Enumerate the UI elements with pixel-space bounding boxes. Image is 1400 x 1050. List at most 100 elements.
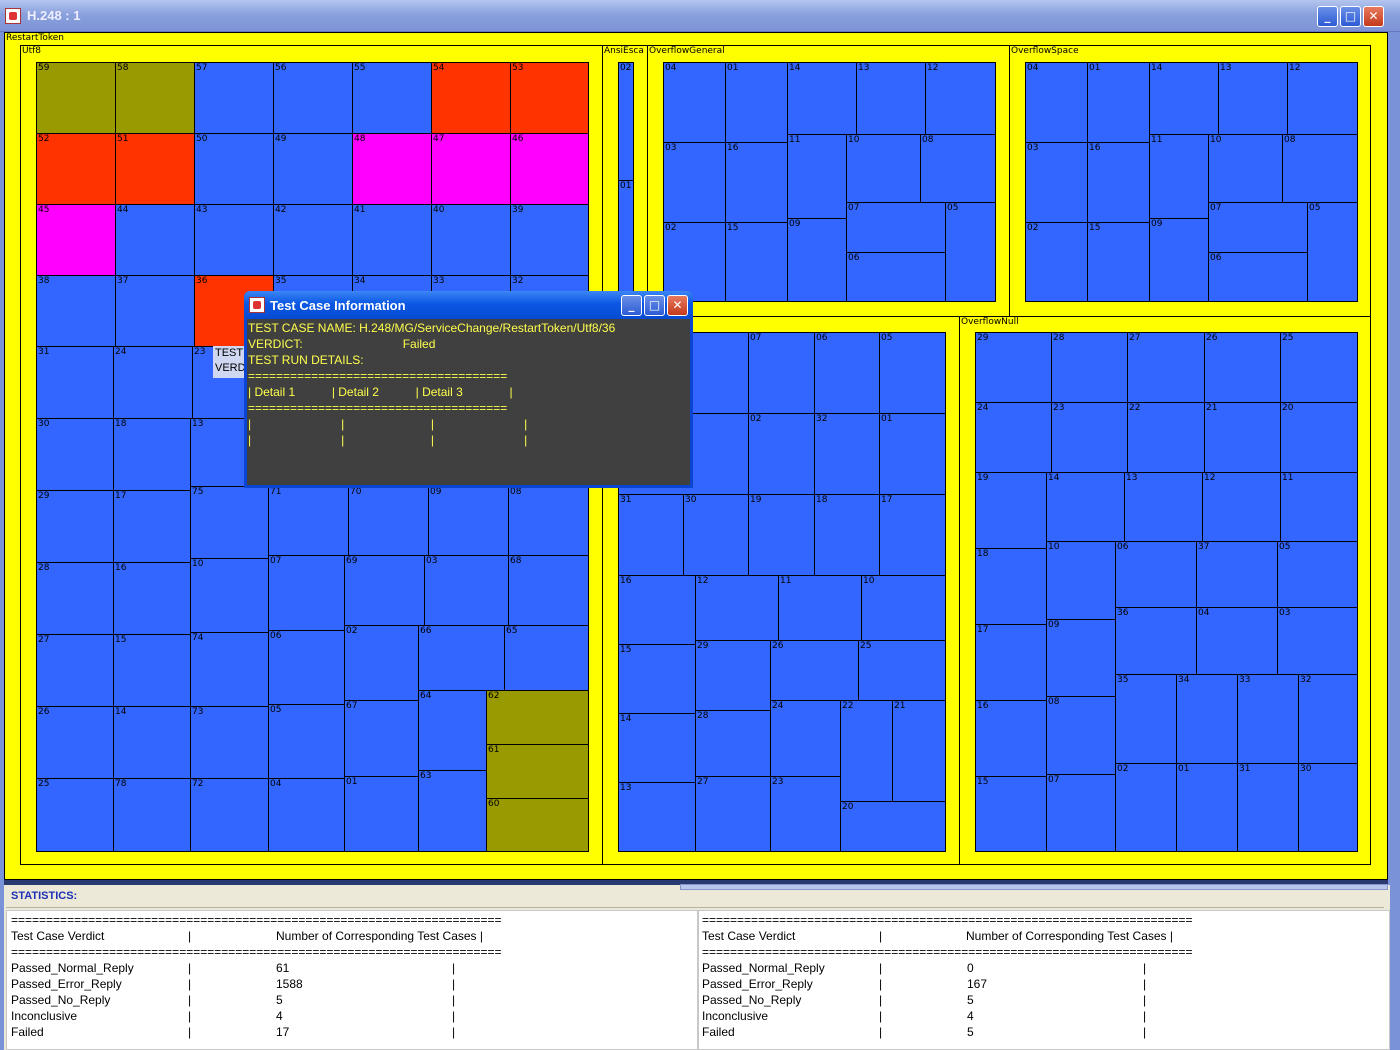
treemap-cell[interactable]: 18: [814, 494, 880, 576]
treemap-cell[interactable]: 13: [618, 782, 696, 852]
treemap-cell[interactable]: 16: [618, 575, 696, 645]
treemap-cell[interactable]: 11: [1280, 472, 1358, 542]
treemap-cell[interactable]: 03: [1277, 607, 1358, 675]
treemap-cell[interactable]: 01: [879, 413, 946, 495]
treemap-cell[interactable]: 05: [268, 704, 345, 779]
treemap-cell[interactable]: 65: [504, 625, 589, 691]
treemap-cell[interactable]: 09: [1046, 619, 1116, 697]
treemap-cell[interactable]: 28: [1051, 332, 1128, 403]
treemap-cell[interactable]: 14: [618, 713, 696, 783]
treemap-cell[interactable]: 29: [695, 640, 771, 711]
treemap-cell[interactable]: 02: [344, 625, 419, 701]
treemap-cell[interactable]: 28: [695, 710, 771, 777]
treemap-cell[interactable]: 17: [975, 624, 1047, 701]
treemap-cell[interactable]: 15: [975, 776, 1047, 852]
treemap-cell[interactable]: 32: [814, 413, 880, 495]
treemap-cell[interactable]: 02: [1115, 763, 1177, 852]
treemap-cell[interactable]: 04: [268, 778, 345, 852]
treemap-cell[interactable]: 03: [663, 142, 726, 223]
treemap-cell[interactable]: 05: [879, 332, 946, 414]
treemap-cell[interactable]: 18: [975, 548, 1047, 625]
treemap-cell[interactable]: 75: [190, 486, 269, 559]
treemap-cell[interactable]: 60: [486, 798, 589, 852]
treemap-cell[interactable]: 13: [1218, 62, 1288, 135]
treemap-cell[interactable]: 16: [975, 700, 1047, 777]
treemap-cell[interactable]: 25: [1280, 332, 1358, 403]
treemap-cell[interactable]: 17: [113, 490, 191, 563]
treemap-cell[interactable]: 66: [418, 625, 505, 691]
treemap-cell[interactable]: 09: [787, 218, 847, 302]
treemap-cell[interactable]: 74: [190, 632, 269, 707]
treemap-cell[interactable]: 07: [748, 332, 815, 414]
treemap-cell[interactable]: 02: [618, 62, 634, 181]
treemap-cell[interactable]: 29: [975, 332, 1052, 403]
treemap-cell[interactable]: 42: [273, 204, 353, 276]
treemap-cell[interactable]: 10: [846, 134, 921, 203]
treemap-cell[interactable]: 10: [861, 575, 946, 641]
treemap-cell[interactable]: 01: [618, 180, 634, 302]
treemap-cell[interactable]: 34: [1176, 674, 1238, 764]
treemap-cell[interactable]: 21: [1204, 402, 1281, 473]
treemap-cell[interactable]: 38: [36, 275, 116, 347]
treemap-cell[interactable]: 03: [1025, 142, 1088, 223]
treemap-cell[interactable]: 11: [1149, 134, 1209, 219]
treemap-cell[interactable]: 51: [115, 133, 195, 205]
treemap-cell[interactable]: 20: [1280, 402, 1358, 473]
treemap-cell[interactable]: 19: [975, 472, 1047, 549]
maximize-button[interactable]: □: [1340, 6, 1361, 27]
treemap-cell[interactable]: 26: [1204, 332, 1281, 403]
treemap-cell[interactable]: 09: [1149, 218, 1209, 302]
treemap-cell[interactable]: 16: [1087, 142, 1150, 223]
treemap-cell[interactable]: 10: [1046, 541, 1116, 620]
treemap-cell[interactable]: 02: [748, 413, 815, 495]
treemap-cell[interactable]: 21: [892, 700, 946, 802]
treemap-cell[interactable]: 18: [113, 418, 191, 491]
treemap-cell[interactable]: 04: [1025, 62, 1088, 143]
treemap-cell[interactable]: 06: [1115, 541, 1197, 608]
treemap-cell[interactable]: 16: [113, 562, 191, 635]
treemap-cell[interactable]: 68: [508, 555, 589, 626]
treemap-cell[interactable]: 54: [431, 62, 511, 134]
treemap-cell[interactable]: 06: [1208, 252, 1308, 302]
treemap-cell[interactable]: 17: [879, 494, 946, 576]
dialog-minimize-button[interactable]: _: [621, 295, 642, 316]
treemap-cell[interactable]: 24: [975, 402, 1052, 473]
treemap-cell[interactable]: 39: [510, 204, 589, 276]
treemap-cell[interactable]: 02: [663, 222, 726, 302]
dialog-close-button[interactable]: ✕: [667, 295, 688, 316]
treemap-cell[interactable]: 09: [428, 486, 509, 559]
treemap-cell[interactable]: 63: [418, 770, 487, 852]
treemap-cell[interactable]: 05: [1277, 541, 1358, 608]
treemap-cell[interactable]: 22: [1127, 402, 1205, 473]
treemap-cell[interactable]: 15: [725, 222, 788, 302]
treemap-cell[interactable]: 01: [344, 776, 419, 852]
treemap-cell[interactable]: 01: [725, 62, 788, 143]
treemap-cell[interactable]: 57: [194, 62, 274, 134]
treemap-cell[interactable]: 20: [840, 801, 946, 852]
treemap-cell[interactable]: 01: [1087, 62, 1150, 143]
treemap-cell[interactable]: 40: [431, 204, 511, 276]
treemap-cell[interactable]: 15: [1087, 222, 1150, 302]
treemap-cell[interactable]: 10: [1208, 134, 1283, 203]
treemap-cell[interactable]: 06: [814, 332, 880, 414]
treemap-cell[interactable]: 47: [431, 133, 511, 205]
treemap-cell[interactable]: 08: [508, 486, 589, 559]
treemap-cell[interactable]: 45: [36, 204, 116, 276]
treemap-cell[interactable]: 13: [1124, 472, 1203, 542]
treemap-cell[interactable]: 30: [683, 494, 749, 576]
treemap-cell[interactable]: 15: [618, 644, 696, 714]
treemap-cell[interactable]: 14: [1149, 62, 1219, 135]
treemap-cell[interactable]: 07: [268, 555, 345, 633]
treemap-cell[interactable]: 36: [1115, 607, 1197, 675]
treemap-cell[interactable]: 03: [424, 555, 509, 626]
treemap-cell[interactable]: 44: [115, 204, 195, 276]
treemap-cell[interactable]: 06: [268, 630, 345, 705]
treemap-cell[interactable]: 04: [1196, 607, 1278, 675]
treemap-cell[interactable]: 23: [1051, 402, 1128, 473]
treemap-cell[interactable]: 29: [36, 490, 114, 563]
treemap-cell[interactable]: 27: [36, 634, 114, 707]
treemap-cell[interactable]: 24: [113, 346, 193, 419]
window-titlebar[interactable]: H.248 : 1 _ □ ✕: [0, 0, 1400, 32]
treemap-cell[interactable]: 25: [36, 778, 114, 852]
treemap-cell[interactable]: 11: [787, 134, 847, 219]
